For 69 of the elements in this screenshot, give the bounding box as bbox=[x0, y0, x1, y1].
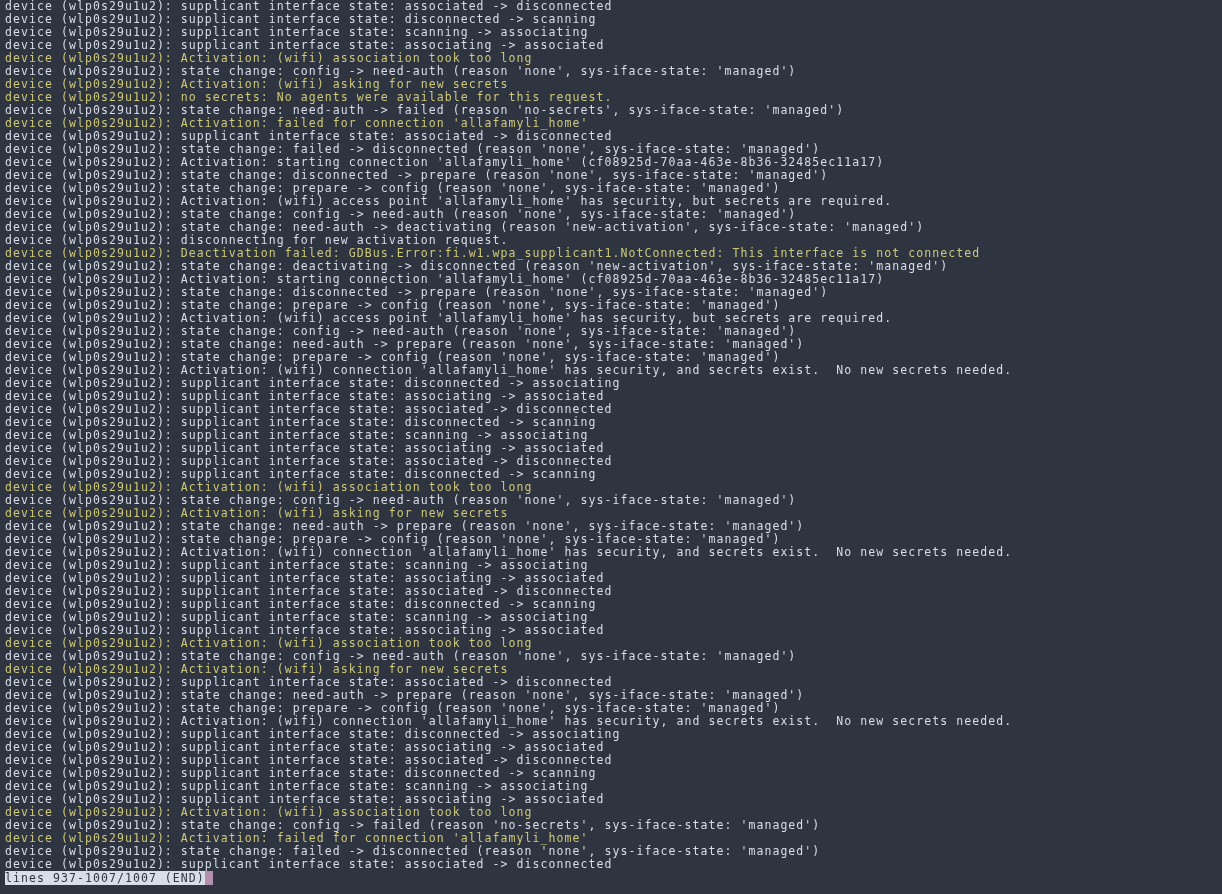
log-line: device (wlp0s29u1u2): Activation: starting connection 'allafamyli_home' (cf08925d-70aa-463e-8b36-32485ec11a17) bbox=[5, 273, 885, 286]
cursor-block bbox=[204, 871, 213, 885]
log-line: device (wlp0s29u1u2): state change: need-auth -> deactivating (reason 'new-activation', sys-iface-state: 'managed') bbox=[5, 221, 926, 234]
log-line: device (wlp0s29u1u2): Activation: (wifi) association took too long bbox=[5, 481, 533, 494]
log-line: device (wlp0s29u1u2): supplicant interface state: associated -> disconnected bbox=[5, 585, 614, 598]
log-line: device (wlp0s29u1u2): state change: prepare -> config (reason 'none', sys-iface-state: 'managed') bbox=[5, 351, 781, 364]
log-line: device (wlp0s29u1u2): state change: failed -> disconnected (reason 'none', sys-iface-state: 'managed') bbox=[5, 143, 821, 156]
log-line: device (wlp0s29u1u2): Activation: (wifi) association took too long bbox=[5, 52, 534, 65]
log-line: device (wlp0s29u1u2): supplicant interface state: associated -> disconnected bbox=[5, 676, 613, 689]
log-line: device (wlp0s29u1u2): supplicant interface state: scanning -> associating bbox=[5, 26, 589, 39]
log-line: device (wlp0s29u1u2): supplicant interface state: associating -> associated bbox=[5, 572, 605, 585]
log-line: device (wlp0s29u1u2): Activation: (wifi) connection 'allafamyli_home' has security, and secrets exist. No new secrets needed. bbox=[5, 546, 1014, 559]
log-line: device (wlp0s29u1u2): supplicant interface state: disconnected -> scanning bbox=[5, 598, 598, 611]
log-line: device (wlp0s29u1u2): Deactivation failed: GDBus.Error:fi.w1.wpa_supplicant1.NotConnected: This interface is not connected bbox=[5, 247, 982, 260]
log-line: device (wlp0s29u1u2): state change: prepare -> config (reason 'none', sys-iface-state: 'managed') bbox=[5, 299, 781, 312]
log-line: device (wlp0s29u1u2): supplicant interface state: associating -> associated bbox=[5, 741, 605, 754]
log-line: device (wlp0s29u1u2): supplicant interface state: associated -> disconnected bbox=[5, 130, 613, 143]
log-line: device (wlp0s29u1u2): state change: prepare -> config (reason 'none', sys-iface-state: 'managed') bbox=[5, 182, 781, 195]
log-line: device (wlp0s29u1u2): supplicant interface state: scanning -> associating bbox=[5, 559, 589, 572]
log-line: device (wlp0s29u1u2): supplicant interface state: scanning -> associating bbox=[5, 780, 589, 793]
log-line: device (wlp0s29u1u2): supplicant interface state: associated -> disconnected bbox=[5, 0, 614, 13]
log-line: device (wlp0s29u1u2): state change: disconnected -> prepare (reason 'none', sys-iface-state: 'managed') bbox=[5, 286, 830, 299]
log-line: device (wlp0s29u1u2): Activation: (wifi) connection 'allafamyli_home' has security, and secrets exist. No new secrets needed. bbox=[5, 715, 1014, 728]
log-line: device (wlp0s29u1u2): supplicant interface state: associating -> associated bbox=[5, 442, 605, 455]
log-line: device (wlp0s29u1u2): Activation: failed for connection 'allafamyli_home' bbox=[5, 117, 589, 130]
log-line: device (wlp0s29u1u2): Activation: (wifi) association took too long bbox=[5, 806, 534, 819]
log-line: device (wlp0s29u1u2): supplicant interface state: associating -> associated bbox=[5, 390, 605, 403]
log-line: device (wlp0s29u1u2): supplicant interface state: associating -> associated bbox=[5, 793, 606, 806]
log-line: device (wlp0s29u1u2): Activation: (wifi) connection 'allafamyli_home' has security, and secrets exist. No new secrets needed. bbox=[5, 364, 1014, 377]
log-line: device (wlp0s29u1u2): state change: config -> need-auth (reason 'none', sys-iface-state: 'managed') bbox=[5, 325, 797, 338]
log-line: device (wlp0s29u1u2): state change: disconnected -> prepare (reason 'none', sys-iface-state: 'managed') bbox=[5, 169, 830, 182]
log-line: device (wlp0s29u1u2): supplicant interface state: associated -> disconnected bbox=[5, 754, 614, 767]
log-line: device (wlp0s29u1u2): supplicant interface state: associating -> associated bbox=[5, 624, 606, 637]
log-line: device (wlp0s29u1u2): state change: prepare -> config (reason 'none', sys-iface-state: 'managed') bbox=[5, 533, 781, 546]
log-line: device (wlp0s29u1u2): state change: need-auth -> prepare (reason 'none', sys-iface-state: 'managed') bbox=[5, 520, 806, 533]
log-line: device (wlp0s29u1u2): Activation: starting connection 'allafamyli_home' (cf08925d-70aa-463e-8b36-32485ec11a17) bbox=[5, 156, 886, 169]
log-line: device (wlp0s29u1u2): state change: prepare -> config (reason 'none', sys-iface-state: 'managed') bbox=[5, 702, 781, 715]
log-line: device (wlp0s29u1u2): state change: config -> need-auth (reason 'none', sys-iface-state: 'managed') bbox=[5, 208, 797, 221]
log-line: device (wlp0s29u1u2): supplicant interface state: disconnected -> scanning bbox=[5, 13, 598, 26]
log-line: device (wlp0s29u1u2): state change: config -> need-auth (reason 'none', sys-iface-state: 'managed') bbox=[5, 494, 798, 507]
log-line: device (wlp0s29u1u2): supplicant interface state: disconnected -> scanning bbox=[5, 416, 598, 429]
log-line: device (wlp0s29u1u2): state change: deactivating -> disconnected (reason 'new-activation', sys-iface-state: 'managed') bbox=[5, 260, 950, 273]
log-line: device (wlp0s29u1u2): supplicant interface state: associated -> disconnected bbox=[5, 858, 613, 871]
log-line: device (wlp0s29u1u2): state change: failed -> disconnected (reason 'none', sys-iface-state: 'managed') bbox=[5, 845, 822, 858]
log-line: device (wlp0s29u1u2): supplicant interface state: disconnected -> scanning bbox=[5, 767, 598, 780]
log-line: device (wlp0s29u1u2): state change: config -> failed (reason 'no-secrets', sys-iface-state: 'managed') bbox=[5, 819, 822, 832]
log-line: device (wlp0s29u1u2): supplicant interface state: associated -> disconnected bbox=[5, 403, 614, 416]
log-line: device (wlp0s29u1u2): Activation: (wifi) asking for new secrets bbox=[5, 78, 509, 91]
log-line: device (wlp0s29u1u2): Activation: (wifi) access point 'allafamyli_home' has security, but secrets are required. bbox=[5, 195, 894, 208]
log-line: device (wlp0s29u1u2): state change: config -> need-auth (reason 'none', sys-iface-state: 'managed') bbox=[5, 65, 798, 78]
log-line: device (wlp0s29u1u2): supplicant interface state: disconnected -> associating bbox=[5, 728, 621, 741]
pager-status: lines 937-1007/1007 (END) bbox=[5, 871, 205, 885]
log-line: device (wlp0s29u1u2): state change: need-auth -> prepare (reason 'none', sys-iface-state: 'managed') bbox=[5, 338, 806, 351]
log-line: device (wlp0s29u1u2): no secrets: No agents were available for this request. bbox=[5, 91, 614, 104]
log-line: device (wlp0s29u1u2): supplicant interface state: scanning -> associating bbox=[5, 429, 589, 442]
log-line: device (wlp0s29u1u2): state change: config -> need-auth (reason 'none', sys-iface-state: 'managed') bbox=[5, 650, 798, 663]
log-line: device (wlp0s29u1u2): Activation: failed for connection 'allafamyli_home' bbox=[5, 832, 590, 845]
log-line: device (wlp0s29u1u2): supplicant interface state: associating -> associated bbox=[5, 39, 606, 52]
log-line: device (wlp0s29u1u2): Activation: (wifi) asking for new secrets bbox=[5, 507, 509, 520]
log-line: device (wlp0s29u1u2): Activation: (wifi) access point 'allafamyli_home' has security, but secrets are required. bbox=[5, 312, 894, 325]
log-line: device (wlp0s29u1u2): Activation: (wifi) asking for new secrets bbox=[5, 663, 510, 676]
log-line: device (wlp0s29u1u2): disconnecting for new activation request. bbox=[5, 234, 509, 247]
log-line: device (wlp0s29u1u2): state change: need-auth -> prepare (reason 'none', sys-iface-state: 'managed') bbox=[5, 689, 806, 702]
log-line: device (wlp0s29u1u2): supplicant interface state: disconnected -> scanning bbox=[5, 468, 598, 481]
log-line: device (wlp0s29u1u2): supplicant interface state: disconnected -> associating bbox=[5, 377, 621, 390]
log-line: device (wlp0s29u1u2): supplicant interface state: associated -> disconnected bbox=[5, 455, 614, 468]
log-line: device (wlp0s29u1u2): supplicant interface state: scanning -> associating bbox=[5, 611, 589, 624]
log-line: device (wlp0s29u1u2): state change: need-auth -> failed (reason 'no-secrets', sys-iface-state: 'managed') bbox=[5, 104, 846, 117]
log-line: device (wlp0s29u1u2): Activation: (wifi) association took too long bbox=[5, 637, 534, 650]
